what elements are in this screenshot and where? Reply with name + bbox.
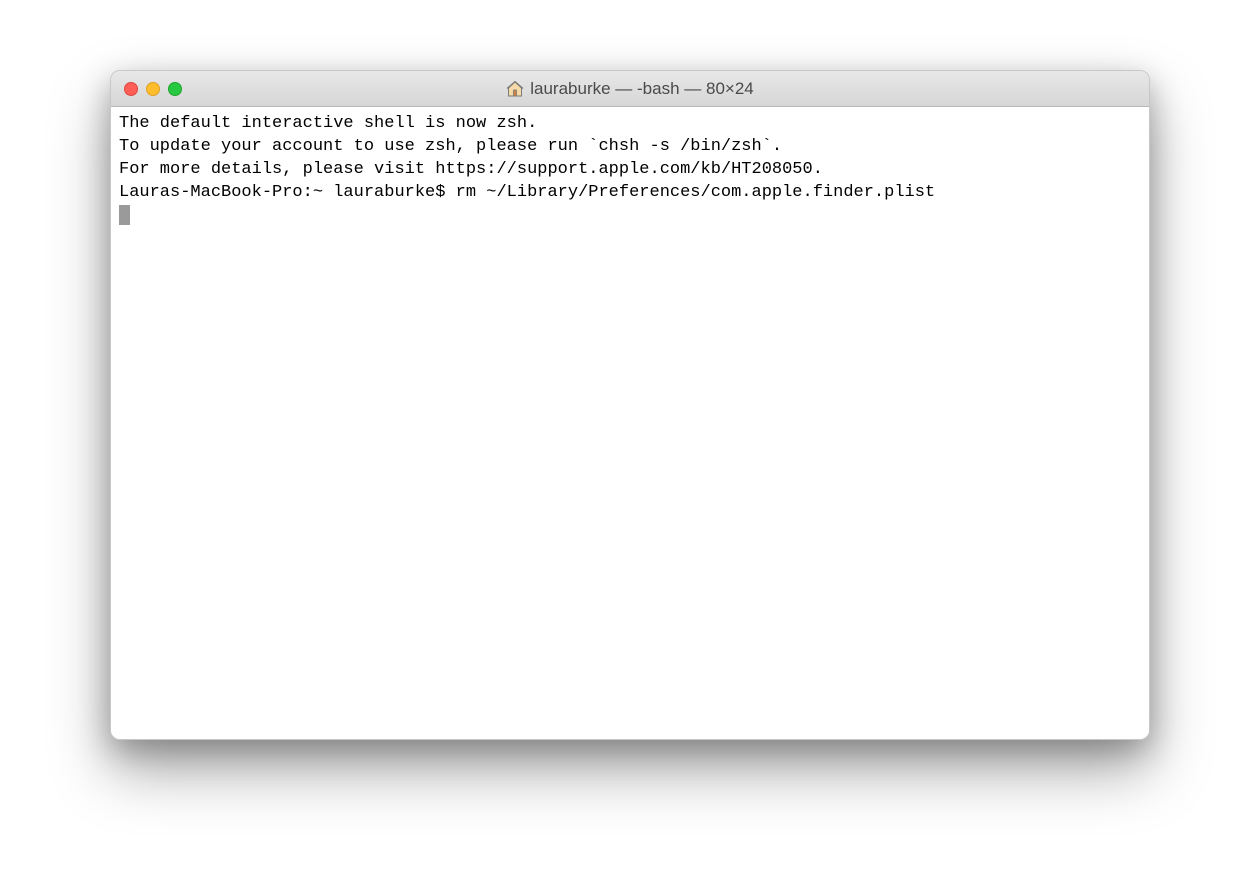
terminal-window: lauraburke — -bash — 80×24 The default i… (110, 70, 1150, 740)
minimize-button[interactable] (146, 82, 160, 96)
titlebar[interactable]: lauraburke — -bash — 80×24 (111, 71, 1149, 107)
window-title: lauraburke — -bash — 80×24 (530, 79, 754, 99)
terminal-prompt: Lauras-MacBook-Pro:~ lauraburke$ (119, 183, 456, 202)
terminal-command: rm ~/Library/Preferences/com.apple.finde… (456, 183, 935, 202)
terminal-line: To update your account to use zsh, pleas… (119, 136, 1141, 159)
terminal-line: For more details, please visit https://s… (119, 159, 1141, 182)
titlebar-title-container: lauraburke — -bash — 80×24 (506, 79, 754, 99)
terminal-body[interactable]: The default interactive shell is now zsh… (111, 107, 1149, 739)
close-button[interactable] (124, 82, 138, 96)
maximize-button[interactable] (168, 82, 182, 96)
terminal-line: The default interactive shell is now zsh… (119, 113, 1141, 136)
traffic-lights (111, 82, 182, 96)
cursor (119, 205, 130, 225)
terminal-prompt-line: Lauras-MacBook-Pro:~ lauraburke$ rm ~/Li… (119, 182, 1141, 205)
home-icon (506, 80, 524, 98)
